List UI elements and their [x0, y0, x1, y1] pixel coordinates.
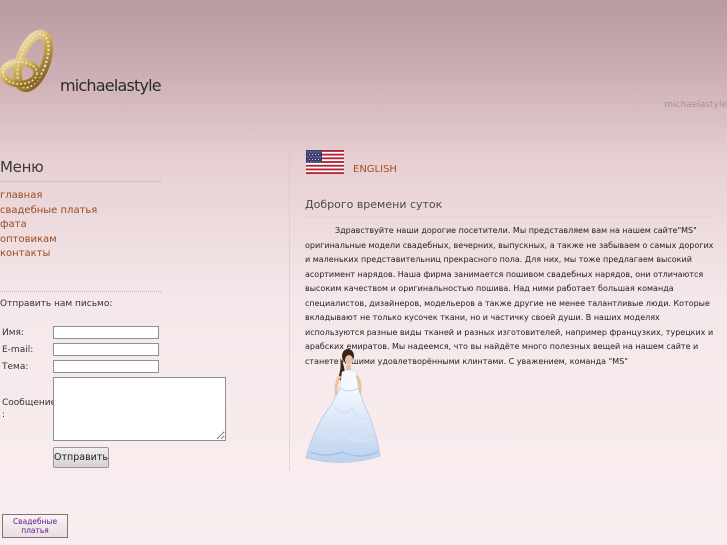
name-input[interactable] [53, 326, 159, 339]
site-name: michaelastyle [60, 76, 162, 95]
us-flag-icon[interactable] [306, 150, 344, 174]
subject-input[interactable] [53, 360, 159, 373]
site-name-small: michaelastyle [664, 100, 727, 110]
menu-item-wedding-dresses[interactable]: свадебные платья [0, 204, 97, 219]
message-textarea[interactable] [53, 377, 226, 441]
message-label: Сообщение [2, 398, 57, 408]
wedding-dresses-banner[interactable]: Свадебные платья [2, 514, 68, 538]
content-divider [305, 216, 715, 217]
menu-item-home[interactable]: главная [0, 189, 97, 204]
subject-label: Тема: [2, 362, 29, 372]
email-label: E-mail: [2, 345, 34, 355]
wedding-rings-icon [0, 29, 54, 93]
name-label: Имя: [2, 328, 24, 338]
email-input[interactable] [53, 343, 159, 356]
menu-item-wholesale[interactable]: оптовикам [0, 233, 97, 248]
menu-item-contacts[interactable]: контакты [0, 247, 97, 262]
send-button[interactable]: Отправить [53, 447, 109, 468]
message-label-colon: : [2, 410, 6, 420]
greeting-title: Доброго времени суток [305, 198, 443, 211]
mail-form-title: Отправить нам письмо: [0, 299, 113, 309]
column-divider [289, 150, 290, 470]
language-link-english[interactable]: ENGLISH [353, 164, 397, 175]
form-divider [0, 291, 161, 292]
menu-title: Меню [0, 158, 44, 176]
menu-item-veil[interactable]: фата [0, 218, 97, 233]
sidebar-menu: главная свадебные платья фата оптовикам … [0, 189, 97, 262]
wedding-dress-image [305, 349, 381, 463]
menu-divider [0, 181, 161, 182]
